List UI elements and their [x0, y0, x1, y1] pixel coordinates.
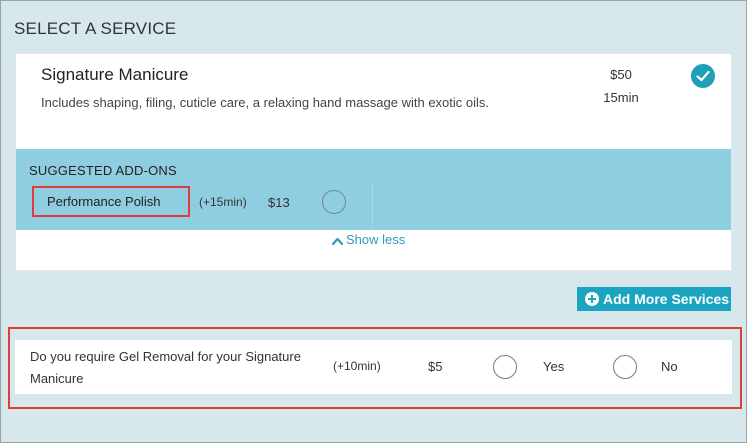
- addon-name: Performance Polish: [47, 194, 161, 209]
- add-more-services-label: Add More Services: [603, 291, 730, 307]
- check-icon: [696, 70, 710, 82]
- suggested-addons-panel: SUGGESTED ADD-ONS Performance Polish (+1…: [16, 149, 731, 230]
- show-less-label: Show less: [346, 232, 406, 247]
- addon-price: $13: [268, 195, 290, 210]
- app-frame: SELECT A SERVICE Signature Manicure Incl…: [0, 0, 747, 443]
- service-price: $50: [610, 67, 632, 82]
- gel-removal-no-label: No: [661, 359, 678, 374]
- gel-removal-duration: (+10min): [333, 359, 381, 373]
- gel-removal-price: $5: [428, 359, 443, 374]
- chevron-up-icon: [331, 237, 344, 246]
- addon-duration: (+15min): [199, 195, 247, 209]
- addon-name-highlight: Performance Polish: [32, 186, 190, 217]
- service-card[interactable]: Signature Manicure Includes shaping, fil…: [15, 53, 732, 271]
- addon-select-radio[interactable]: [322, 190, 346, 214]
- gel-removal-no-radio[interactable]: [613, 355, 637, 379]
- plus-circle-icon: [585, 292, 599, 306]
- selected-check-button[interactable]: [691, 64, 715, 88]
- addons-title: SUGGESTED ADD-ONS: [29, 163, 177, 178]
- show-less-link[interactable]: Show less: [331, 232, 406, 247]
- gel-removal-question: Do you require Gel Removal for your Sign…: [30, 349, 301, 386]
- gel-removal-yes-label: Yes: [543, 359, 565, 374]
- service-name: Signature Manicure: [41, 65, 189, 84]
- service-description: Includes shaping, filing, cuticle care, …: [41, 95, 490, 110]
- addon-divider: [372, 184, 373, 230]
- add-more-services-button[interactable]: Add More Services: [577, 287, 731, 311]
- gel-removal-yes-radio[interactable]: [493, 355, 517, 379]
- gel-removal-card: Do you require Gel Removal for your Sign…: [15, 340, 732, 394]
- section-title: SELECT A SERVICE: [14, 19, 177, 38]
- service-duration: 15min: [603, 90, 639, 105]
